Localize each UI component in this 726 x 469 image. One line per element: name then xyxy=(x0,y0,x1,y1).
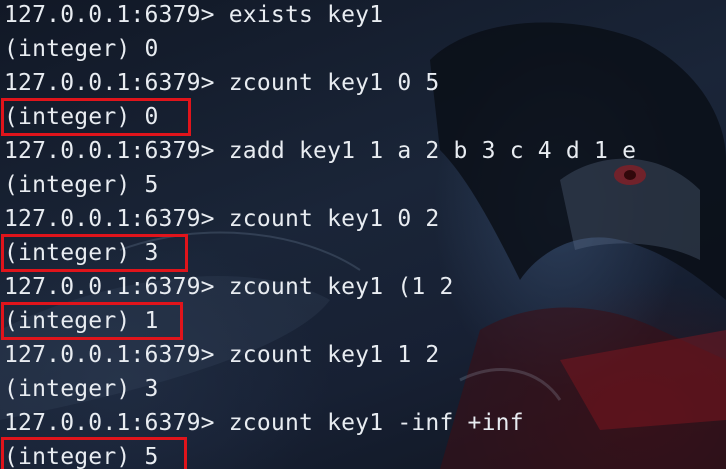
output-line: (integer) 0 xyxy=(4,104,159,130)
output-line: (integer) 0 xyxy=(4,36,159,62)
output-line: (integer) 1 xyxy=(4,308,159,334)
prompt-line: 127.0.0.1:6379> zcount key1 1 2 xyxy=(4,342,440,368)
prompt-line: 127.0.0.1:6379> zadd key1 1 a 2 b 3 c 4 … xyxy=(4,138,637,164)
prompt-line: 127.0.0.1:6379> zcount key1 (1 2 xyxy=(4,274,454,300)
output-line: (integer) 3 xyxy=(4,376,159,402)
prompt-line: 127.0.0.1:6379> zcount key1 0 2 xyxy=(4,206,440,232)
prompt-line: 127.0.0.1:6379> zcount key1 0 5 xyxy=(4,70,440,96)
terminal-window[interactable]: 127.0.0.1:6379> exists key1 (integer) 0 … xyxy=(0,0,726,469)
prompt-line: 127.0.0.1:6379> zcount key1 -inf +inf xyxy=(4,410,524,436)
output-line: (integer) 5 xyxy=(4,172,159,198)
output-line: (integer) 3 xyxy=(4,240,159,266)
prompt-line: 127.0.0.1:6379> exists key1 xyxy=(4,2,384,28)
output-line: (integer) 5 xyxy=(4,444,159,469)
terminal-output: 127.0.0.1:6379> exists key1 (integer) 0 … xyxy=(4,0,636,469)
